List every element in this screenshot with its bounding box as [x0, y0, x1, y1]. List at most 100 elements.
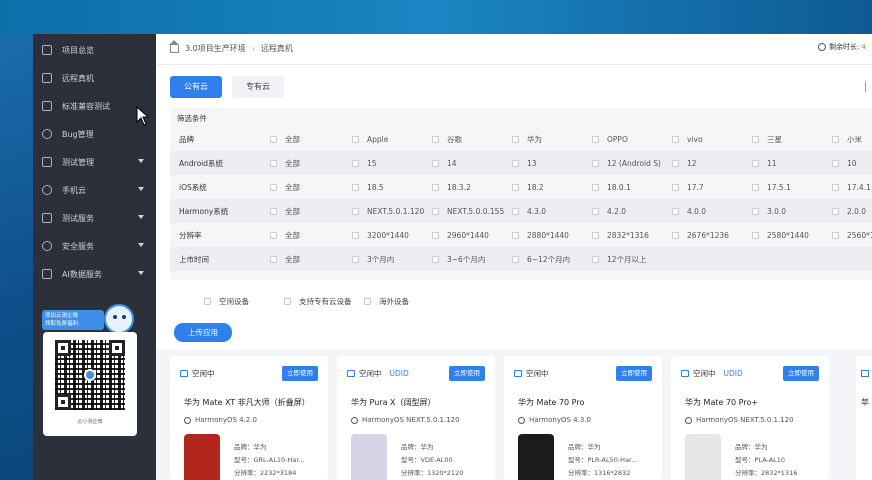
- filter-option[interactable]: 12 (Android S): [592, 159, 661, 168]
- filter-option[interactable]: 4.2.0: [592, 207, 626, 216]
- checkbox[interactable]: [672, 183, 679, 191]
- filter-option[interactable]: 2960*1440: [432, 231, 489, 240]
- checkbox[interactable]: [752, 135, 759, 143]
- checkbox[interactable]: [432, 207, 439, 215]
- filter-option[interactable]: 全部: [270, 182, 300, 193]
- checkbox[interactable]: [270, 159, 277, 167]
- checkbox[interactable]: [592, 159, 599, 167]
- checkbox[interactable]: [352, 231, 359, 239]
- filter-option[interactable]: 11: [752, 159, 777, 168]
- filter-option[interactable]: 3~6个月内: [432, 254, 485, 265]
- use-now-button[interactable]: 立即使用: [282, 366, 318, 381]
- checkbox[interactable]: [364, 298, 371, 305]
- checkbox[interactable]: [270, 255, 277, 263]
- device-card[interactable]: 空闲中 UDID 立即使用 华为 Pura X（阔型屏） HarmonyOS NEXT.…: [337, 356, 495, 480]
- filter-option[interactable]: 3.0.0: [752, 207, 786, 216]
- checkbox[interactable]: [832, 231, 839, 239]
- checkbox[interactable]: [512, 183, 519, 191]
- filter-option[interactable]: Apple: [352, 135, 388, 144]
- checkbox[interactable]: [672, 231, 679, 239]
- sidebar-item-security[interactable]: 安全服务: [33, 232, 156, 260]
- checkbox[interactable]: [432, 135, 439, 143]
- checkbox[interactable]: [352, 159, 359, 167]
- filter-option[interactable]: 华为: [512, 134, 542, 145]
- checkbox[interactable]: [512, 207, 519, 215]
- filter-option[interactable]: 小米: [832, 134, 862, 145]
- upload-app-button[interactable]: 上传应用: [174, 323, 232, 342]
- filter-option[interactable]: NEXT.5.0.0.155: [432, 207, 504, 216]
- tab-public-cloud[interactable]: 公有云: [170, 76, 222, 98]
- use-now-button[interactable]: 立即使用: [449, 366, 485, 381]
- filter-option[interactable]: 全部: [270, 230, 300, 241]
- checkbox[interactable]: [352, 183, 359, 191]
- sidebar-item-phone-cloud[interactable]: 手机云: [33, 176, 156, 204]
- use-now-button[interactable]: 立即使用: [616, 366, 652, 381]
- checkbox[interactable]: [592, 255, 599, 263]
- filter-option[interactable]: 三星: [752, 134, 782, 145]
- checkbox-private-cloud-devices[interactable]: 支持专有云设备: [284, 296, 352, 307]
- checkbox[interactable]: [592, 207, 599, 215]
- checkbox[interactable]: [672, 207, 679, 215]
- filter-option[interactable]: 4.0.0: [672, 207, 706, 216]
- filter-option[interactable]: 18.0.1: [592, 183, 631, 192]
- use-now-button[interactable]: 立即使用: [783, 366, 819, 381]
- checkbox[interactable]: [432, 231, 439, 239]
- checkbox[interactable]: [352, 135, 359, 143]
- filter-option[interactable]: 谷歌: [432, 134, 462, 145]
- filter-option[interactable]: 2880*1440: [512, 231, 569, 240]
- filter-option[interactable]: 2580*1440: [752, 231, 809, 240]
- checkbox[interactable]: [432, 183, 439, 191]
- checkbox[interactable]: [672, 135, 679, 143]
- checkbox-overseas-devices[interactable]: 海外设备: [364, 296, 409, 307]
- device-card[interactable]: 空闲中 立即使用 华为 Mate 70 Pro HarmonyOS 4.3.0 品牌：华…: [504, 356, 662, 480]
- checkbox[interactable]: [270, 231, 277, 239]
- filter-option[interactable]: 2560*1440: [832, 231, 872, 240]
- checkbox[interactable]: [592, 183, 599, 191]
- filter-option[interactable]: NEXT.5.0.1.120: [352, 207, 424, 216]
- sidebar-item-ai-data[interactable]: AI数据服务: [33, 260, 156, 288]
- device-card-partial[interactable]: 苹: [856, 356, 872, 480]
- checkbox[interactable]: [752, 183, 759, 191]
- filter-option[interactable]: 18.2: [512, 183, 544, 192]
- filter-option[interactable]: 全部: [270, 134, 300, 145]
- filter-option[interactable]: 2676*1236: [672, 231, 729, 240]
- checkbox[interactable]: [270, 207, 277, 215]
- sidebar-item-test-manage[interactable]: 测试管理: [33, 148, 156, 176]
- breadcrumb-project[interactable]: 3.0项目生产环境: [185, 43, 246, 54]
- filter-option[interactable]: 17.7: [672, 183, 704, 192]
- checkbox[interactable]: [832, 159, 839, 167]
- filter-option[interactable]: 3200*1440: [352, 231, 409, 240]
- home-icon[interactable]: [169, 39, 179, 53]
- filter-option[interactable]: 17.4.1: [832, 183, 871, 192]
- checkbox[interactable]: [592, 231, 599, 239]
- filter-option[interactable]: 6~12个月内: [512, 254, 570, 265]
- checkbox[interactable]: [752, 207, 759, 215]
- filter-option[interactable]: 18.3.2: [432, 183, 471, 192]
- checkbox[interactable]: [512, 231, 519, 239]
- device-card[interactable]: 空闲中 UDID 立即使用 华为 Mate 70 Pro+ HarmonyOS NEXT…: [671, 356, 829, 480]
- checkbox[interactable]: [832, 183, 839, 191]
- checkbox[interactable]: [512, 135, 519, 143]
- sidebar-item-overview[interactable]: 项目总览: [33, 36, 156, 64]
- checkbox[interactable]: [432, 159, 439, 167]
- checkbox[interactable]: [592, 135, 599, 143]
- filter-option[interactable]: 12个月以上: [592, 254, 647, 265]
- checkbox[interactable]: [752, 159, 759, 167]
- filter-option[interactable]: 全部: [270, 206, 300, 217]
- filter-option[interactable]: 17.5.1: [752, 183, 791, 192]
- checkbox[interactable]: [512, 255, 519, 263]
- filter-option[interactable]: 18.5: [352, 183, 384, 192]
- checkbox[interactable]: [672, 159, 679, 167]
- filter-option[interactable]: 13: [512, 159, 537, 168]
- checkbox[interactable]: [752, 231, 759, 239]
- filter-option[interactable]: vivo: [672, 135, 703, 144]
- filter-option[interactable]: 全部: [270, 158, 300, 169]
- checkbox[interactable]: [270, 135, 277, 143]
- promo-widget[interactable]: 添加云测企微 领取免费福利 云小测企微: [42, 304, 138, 436]
- filter-option[interactable]: 3个月内: [352, 254, 394, 265]
- tab-private-cloud[interactable]: 专有云: [232, 76, 284, 98]
- filter-option[interactable]: 12: [672, 159, 697, 168]
- checkbox[interactable]: [832, 135, 839, 143]
- filter-option[interactable]: 15: [352, 159, 377, 168]
- sidebar-item-remote-device[interactable]: 远程真机: [33, 64, 156, 92]
